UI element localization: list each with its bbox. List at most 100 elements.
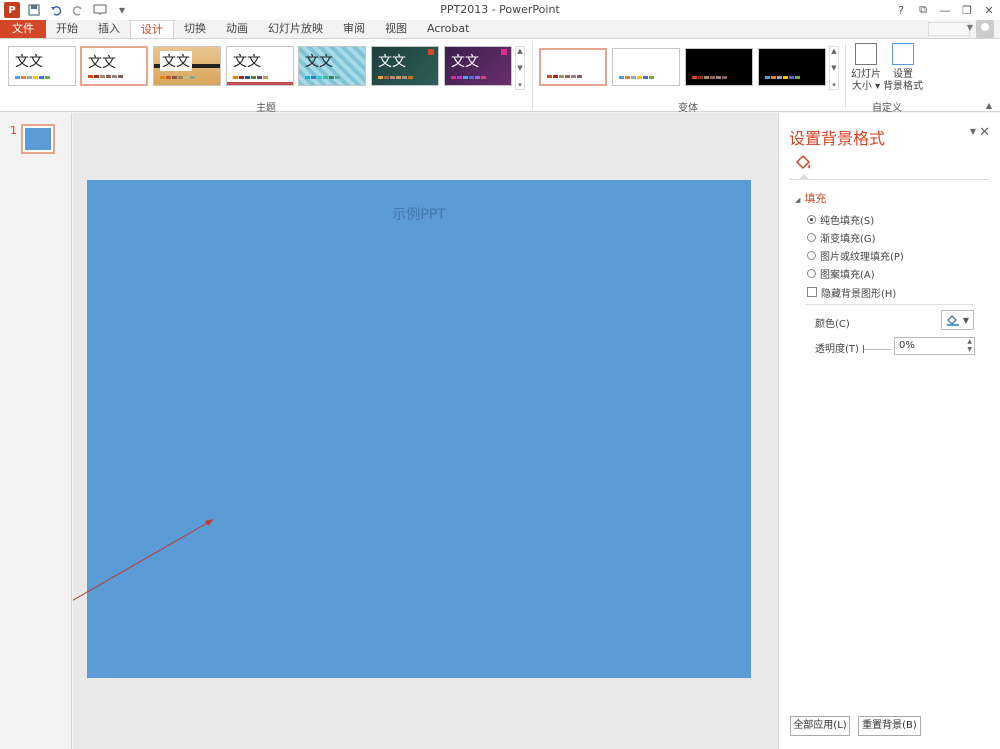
slide-thumbnail[interactable] xyxy=(21,124,55,154)
tab-review[interactable]: 审阅 xyxy=(333,20,375,38)
hide-background-graphics-option[interactable]: 隐藏背景图形(H) xyxy=(807,285,897,300)
scroll-up-icon[interactable]: ▲ xyxy=(831,47,836,55)
fill-bucket-icon[interactable] xyxy=(793,153,813,173)
theme-thumbnail[interactable]: 文文 xyxy=(444,46,512,86)
ribbon-display-options-icon[interactable]: ⧉ xyxy=(912,0,934,20)
pane-title: 设置背景格式 xyxy=(789,129,886,148)
theme-preview-text: 文文 xyxy=(451,54,479,70)
tab-file[interactable]: 文件 xyxy=(0,20,46,38)
gradient-fill-option[interactable]: 渐变填充(G) xyxy=(807,230,876,245)
pane-options-icon[interactable]: ▼ xyxy=(970,127,976,136)
apply-to-all-button[interactable]: 全部应用(L) xyxy=(790,716,850,736)
tab-transitions[interactable]: 切换 xyxy=(174,20,216,38)
theme-thumbnail[interactable]: 文文 xyxy=(298,46,366,86)
paint-bucket-icon xyxy=(946,315,959,326)
variant-thumbnail[interactable] xyxy=(685,48,753,86)
option-label: 渐变填充(G) xyxy=(820,233,876,245)
format-background-icon xyxy=(892,43,914,65)
themes-gallery-scroll[interactable]: ▲ ▼ ▾ xyxy=(515,46,525,90)
account-name-box[interactable] xyxy=(928,22,970,36)
pattern-fill-option[interactable]: 图案填充(A) xyxy=(807,266,875,281)
chevron-down-icon: ▼ xyxy=(962,315,970,325)
group-separator xyxy=(532,43,533,109)
annotation-arrow xyxy=(73,519,214,601)
radio-button[interactable] xyxy=(807,232,816,242)
theme-preview-text: 文文 xyxy=(88,55,116,71)
checkbox[interactable] xyxy=(807,287,817,297)
variant-thumbnail[interactable] xyxy=(612,48,680,86)
radio-button[interactable] xyxy=(807,250,816,260)
solid-fill-option[interactable]: 纯色填充(S) xyxy=(807,212,875,227)
slide-size-button[interactable]: 幻灯片 大小 ▾ xyxy=(846,43,886,93)
theme-thumbnail[interactable]: 文文 xyxy=(80,46,148,86)
reset-background-button[interactable]: 重置背景(B) xyxy=(858,716,921,736)
theme-preview-text: 文文 xyxy=(160,51,192,71)
theme-thumbnail[interactable]: 文文 xyxy=(371,46,439,86)
transparency-slider[interactable] xyxy=(863,344,891,354)
avatar[interactable] xyxy=(976,20,994,38)
variant-thumbnail[interactable] xyxy=(539,48,607,86)
theme-thumbnail[interactable]: 文文 xyxy=(226,46,294,86)
ribbon-tabs: 文件 开始 插入 设计 切换 动画 幻灯片放映 审阅 视图 Acrobat xyxy=(0,20,479,38)
customize-group-label: 自定义 xyxy=(872,103,902,114)
divider xyxy=(805,304,973,305)
format-background-pane: 设置背景格式 ▼ ✕ ◢ 填充 纯色填充(S) 渐变填充(G) 图片或纹理填充(P… xyxy=(778,113,1000,749)
variants-gallery-scroll[interactable]: ▲ ▼ ▾ xyxy=(829,46,839,90)
theme-preview-text: 文文 xyxy=(305,54,333,70)
transparency-value: 0% xyxy=(899,340,915,351)
slide-size-label-line1: 幻灯片 xyxy=(851,69,881,80)
collapse-ribbon-icon[interactable]: ▲ xyxy=(986,101,992,110)
slide-thumbnail-pane: 1 xyxy=(0,113,72,749)
slide-size-label-line2: 大小 ▾ xyxy=(851,81,881,92)
variant-thumbnail[interactable] xyxy=(758,48,826,86)
close-icon[interactable]: ✕ xyxy=(979,125,990,140)
ribbon: 文文 文文 文文 文文 文文 文文 文文 ▲ ▼ ▾ 主题 ▲ ▼ ▾ 变体 幻… xyxy=(0,38,1000,114)
minimize-icon[interactable]: — xyxy=(934,0,956,20)
fill-section-label: 填充 xyxy=(804,192,827,205)
close-icon[interactable]: ✕ xyxy=(978,0,1000,20)
themes-group-label: 主题 xyxy=(256,103,276,114)
theme-preview-text: 文文 xyxy=(378,54,406,70)
tab-view[interactable]: 视图 xyxy=(375,20,417,38)
gallery-more-icon[interactable]: ▾ xyxy=(832,81,836,89)
collapse-triangle-icon: ◢ xyxy=(795,196,801,204)
option-label: 纯色填充(S) xyxy=(820,215,875,227)
account-dropdown-icon[interactable]: ▼ xyxy=(967,23,973,32)
scroll-up-icon[interactable]: ▲ xyxy=(517,47,522,55)
slide-thumbnail-preview xyxy=(25,128,51,150)
tab-insert[interactable]: 插入 xyxy=(88,20,130,38)
theme-thumbnail[interactable]: 文文 xyxy=(8,46,76,86)
option-label: 图案填充(A) xyxy=(820,269,875,281)
slide-number: 1 xyxy=(10,124,17,137)
theme-preview-text: 文文 xyxy=(233,54,261,70)
transparency-input[interactable]: 0% ▲ ▼ xyxy=(894,337,975,355)
tab-acrobat[interactable]: Acrobat xyxy=(417,20,479,38)
tab-animations[interactable]: 动画 xyxy=(216,20,258,38)
format-background-label-line1: 设置 xyxy=(893,69,913,80)
tab-slideshow[interactable]: 幻灯片放映 xyxy=(258,20,333,38)
help-icon[interactable]: ? xyxy=(890,0,912,20)
variants-group-label: 变体 xyxy=(678,103,698,114)
theme-preview-text: 文文 xyxy=(15,54,43,70)
scroll-down-icon[interactable]: ▼ xyxy=(517,64,522,72)
format-background-button[interactable]: 设置 背景格式 xyxy=(882,43,924,93)
radio-button[interactable] xyxy=(807,268,816,278)
restore-icon[interactable]: ❐ xyxy=(956,0,978,20)
title-bar: P ▾ PPT2013 - PowerPoint ? ⧉ — ❐ ✕ xyxy=(0,0,1000,20)
tab-design[interactable]: 设计 xyxy=(130,20,174,38)
slide-size-icon xyxy=(855,43,877,65)
fill-section-header[interactable]: ◢ 填充 xyxy=(795,190,826,206)
theme-thumbnail[interactable]: 文文 xyxy=(153,46,221,86)
tab-home[interactable]: 开始 xyxy=(46,20,88,38)
option-label: 图片或纹理填充(P) xyxy=(820,251,904,263)
picture-texture-fill-option[interactable]: 图片或纹理填充(P) xyxy=(807,248,904,263)
color-label: 颜色(C) xyxy=(815,319,850,330)
transparency-label: 透明度(T) xyxy=(815,344,859,355)
spin-arrows-icon[interactable]: ▲ ▼ xyxy=(967,338,972,354)
radio-button[interactable] xyxy=(807,214,816,224)
color-picker-button[interactable]: ▼ xyxy=(941,310,974,330)
scroll-down-icon[interactable]: ▼ xyxy=(831,64,836,72)
gallery-more-icon[interactable]: ▾ xyxy=(518,81,522,89)
option-label: 隐藏背景图形(H) xyxy=(821,288,897,300)
pane-tab-indicator xyxy=(789,174,989,180)
